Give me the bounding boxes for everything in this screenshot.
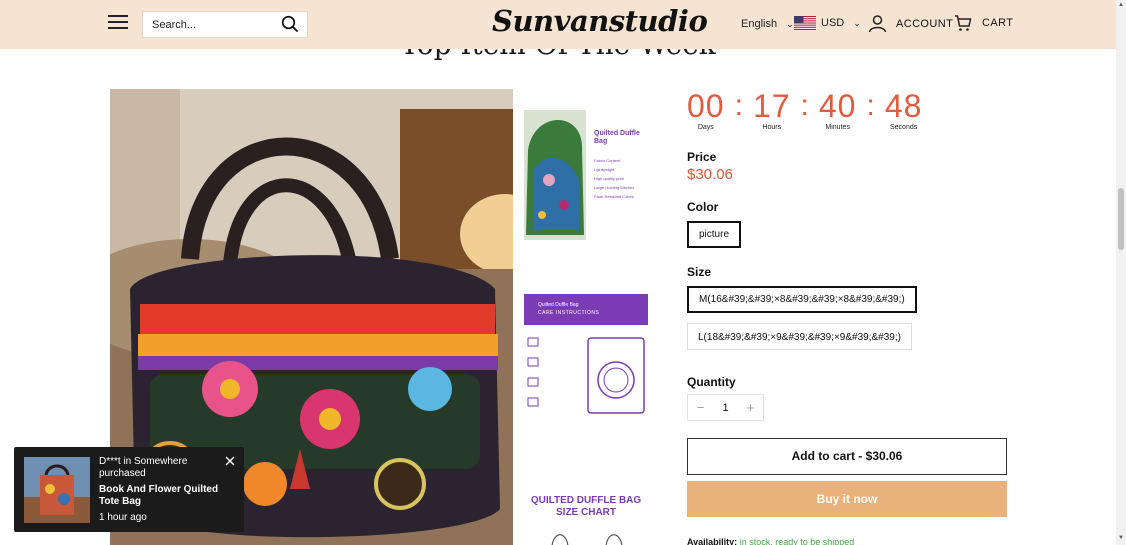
search-input[interactable]: [143, 12, 273, 37]
buy-now-button[interactable]: Buy it now: [687, 481, 1007, 517]
page-scrollbar[interactable]: ▲ ▼: [1116, 0, 1126, 545]
feature-item: Fabric Content: [594, 158, 621, 163]
page: Sunvanstudio English⌄ USD⌄ ACCOUNT CART …: [0, 0, 1126, 545]
countdown-hours: 17 Hours: [753, 88, 791, 131]
account-link[interactable]: ACCOUNT: [868, 14, 953, 33]
scrollbar-thumb[interactable]: [1118, 188, 1124, 250]
feature-item: Fade-Resistant Colors: [594, 194, 634, 199]
availability-status: in stock, ready to be shipped: [739, 537, 855, 545]
account-label: ACCOUNT: [896, 17, 954, 30]
care-subheader: CARE INSTRUCTIONS: [538, 310, 600, 316]
size-chart-title: QUILTED DUFFLE BAG: [530, 495, 642, 506]
size-option-m[interactable]: M(16&#39;&#39;×8&#39;&#39;×8&#39;&#39;): [687, 286, 917, 313]
menu-icon[interactable]: [108, 15, 128, 33]
popup-time: 1 hour ago: [99, 512, 147, 523]
countdown-seconds: 48 Seconds: [885, 88, 923, 131]
quantity-stepper: − +: [687, 394, 764, 421]
currency-selector[interactable]: USD ⌄: [794, 16, 861, 30]
site-logo[interactable]: Sunvanstudio: [492, 4, 708, 38]
product-price: $30.06: [687, 166, 733, 183]
thumbnail-1-title: Quilted Duffle Bag: [594, 130, 640, 145]
countdown-minutes-value: 40: [818, 88, 857, 124]
size-label: Size: [687, 265, 712, 279]
countdown-separator: :: [866, 89, 875, 122]
minus-icon[interactable]: −: [688, 400, 713, 415]
countdown-minutes: 40 Minutes: [819, 88, 857, 131]
size-chart-subtitle: SIZE CHART: [556, 507, 616, 518]
feature-item: Large Holding Stitches: [594, 185, 635, 190]
recent-purchase-popup[interactable]: D***t in Somewhere purchased Book And Fl…: [14, 447, 244, 532]
size-chart-image: [551, 534, 623, 545]
care-icons-image: [527, 337, 645, 414]
countdown-separator: :: [734, 89, 743, 122]
countdown-seconds-value: 48: [884, 88, 923, 124]
chevron-down-icon: ⌄: [853, 17, 861, 28]
countdown-separator: :: [800, 89, 809, 122]
thumbnail-2[interactable]: Quilted Duffle Bag CARE INSTRUCTIONS: [524, 294, 648, 419]
size-option-l[interactable]: L(18&#39;&#39;×9&#39;&#39;×9&#39;&#39;): [687, 323, 912, 350]
plus-icon[interactable]: +: [738, 400, 763, 415]
countdown-hours-value: 17: [752, 88, 791, 124]
cart-label: CART: [982, 17, 1014, 29]
cart-link[interactable]: CART: [954, 14, 1013, 32]
countdown-hours-label: Hours: [762, 124, 782, 131]
countdown-days: 00 Days: [687, 88, 725, 131]
countdown-days-value: 00: [687, 88, 725, 124]
feature-item: Lightweight: [594, 167, 615, 172]
close-icon[interactable]: [224, 454, 236, 466]
countdown-seconds-label: Seconds: [889, 124, 918, 131]
add-to-cart-button[interactable]: Add to cart - $30.06: [687, 438, 1007, 475]
popup-buyer: D***t in Somewhere purchased: [99, 456, 188, 479]
color-label: Color: [687, 200, 719, 214]
popup-product-name[interactable]: Book And Flower Quilted Tote Bag: [99, 484, 219, 508]
countdown-minutes-label: Minutes: [825, 124, 850, 131]
quantity-input[interactable]: [713, 401, 738, 414]
tote-bag-image: [24, 457, 90, 523]
countdown-days-label: Days: [697, 124, 714, 131]
scroll-down-arrow-icon[interactable]: ▼: [1116, 535, 1126, 543]
chevron-down-icon: ⌄: [786, 19, 794, 29]
countdown-timer: 00 Days : 17 Hours : 40 Minutes : 48 Sec…: [687, 88, 922, 131]
popup-product-image: [24, 457, 90, 523]
scroll-up-arrow-icon[interactable]: ▲: [1116, 2, 1126, 10]
thumbnail-3[interactable]: QUILTED DUFFLE BAG SIZE CHART: [524, 492, 648, 545]
us-flag-icon: [794, 16, 816, 30]
site-header: Sunvanstudio English ⌄ USD ⌄ ACCOUNT CART: [0, 0, 1116, 49]
care-header: Quilted Duffle Bag: [538, 302, 579, 308]
currency-label: USD: [821, 17, 845, 29]
language-selector[interactable]: English ⌄: [741, 18, 794, 30]
quantity-label: Quantity: [687, 375, 736, 389]
thumbnail-1[interactable]: Quilted Duffle Bag Fabric Content Lightw…: [524, 110, 648, 240]
availability-label: Availability:: [687, 537, 738, 545]
search-box: [142, 11, 308, 38]
availability: Availability: in stock, ready to be ship…: [687, 537, 854, 545]
cart-icon: [955, 15, 972, 31]
thumbnail-1-features: Fabric Content Lightweight High quality …: [594, 156, 648, 201]
feature-item: High quality print: [594, 176, 624, 181]
search-icon[interactable]: [281, 15, 301, 35]
user-icon: [868, 15, 887, 33]
color-option-picture[interactable]: picture: [687, 221, 742, 248]
price-label: Price: [687, 150, 717, 164]
care-banner: Quilted Duffle Bag CARE INSTRUCTIONS: [524, 294, 648, 325]
language-label: English: [741, 18, 778, 30]
